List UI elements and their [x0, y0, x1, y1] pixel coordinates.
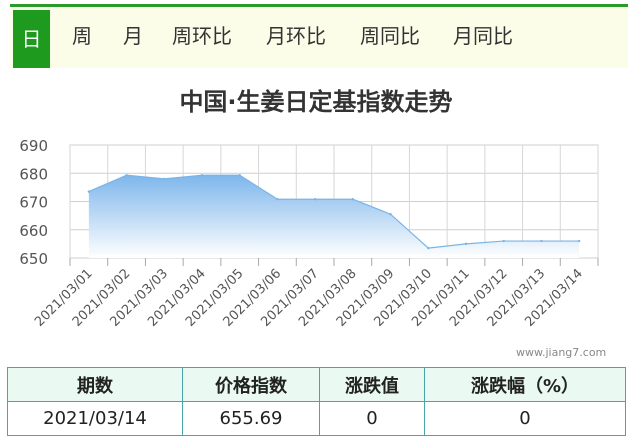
y-tick-label: 660 — [19, 222, 48, 240]
y-axis-ticks: 650 660 670 680 690 — [19, 137, 48, 268]
header-change-percent: 涨跌幅（%） — [424, 367, 626, 402]
data-point — [427, 246, 430, 250]
y-tick-label: 650 — [19, 250, 48, 268]
y-tick-label: 670 — [19, 194, 48, 212]
data-point — [540, 239, 543, 243]
data-point — [313, 198, 317, 201]
data-point — [351, 198, 355, 201]
y-tick-label: 690 — [19, 137, 48, 155]
header-price-index: 价格指数 — [182, 367, 320, 402]
data-point — [502, 239, 505, 243]
header-period: 期数 — [7, 367, 183, 402]
data-point — [200, 174, 204, 177]
x-axis-ticks: 2021/03/012021/03/022021/03/032021/03/04… — [32, 266, 586, 330]
table-row: 2021/03/14 655.69 0 0 — [7, 401, 626, 436]
data-point — [577, 239, 581, 243]
header-change-value: 涨跌值 — [319, 367, 425, 402]
summary-table: 期数 价格指数 涨跌值 涨跌幅（%） 2021/03/14 655.69 0 0 — [7, 367, 626, 436]
cell-change-percent: 0 — [424, 401, 626, 436]
data-point — [163, 177, 166, 181]
cell-period: 2021/03/14 — [7, 401, 183, 436]
table-header-row: 期数 价格指数 涨跌值 涨跌幅（%） — [7, 367, 626, 402]
data-point — [276, 198, 279, 201]
data-point — [389, 213, 392, 216]
data-point — [87, 190, 91, 193]
cell-price-index: 655.69 — [182, 401, 320, 436]
cell-change-value: 0 — [319, 401, 425, 436]
data-point — [464, 242, 468, 246]
y-tick-label: 680 — [19, 165, 48, 183]
data-point — [125, 174, 128, 177]
data-point — [238, 174, 241, 177]
watermark: www.jiang7.com — [516, 346, 607, 359]
